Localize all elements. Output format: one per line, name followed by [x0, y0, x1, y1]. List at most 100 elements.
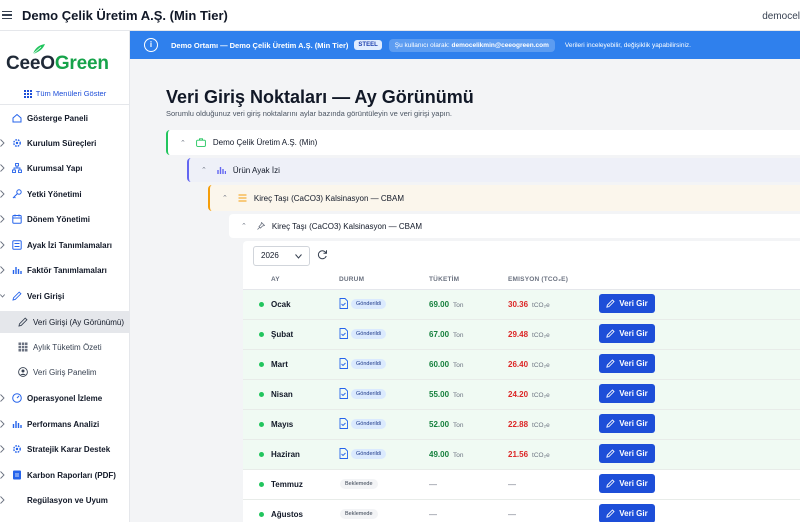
page-subtitle: Sorumlu olduğunuz veri giriş noktalarını… [166, 109, 452, 118]
page-title: Veri Giriş Noktaları — Ay Görünümü [166, 87, 474, 107]
status-badge: Gönderildi [351, 299, 387, 309]
sidebar-item-data-entry[interactable]: Veri Girişi [0, 286, 129, 306]
table-header: AY DURUM TÜKETİM EMISYON (TCO₂E) [243, 270, 800, 290]
sidebar-item-operational-monitoring[interactable]: Operasyonel İzleme [0, 388, 129, 408]
sidebar-subitem-monthly-summary[interactable]: Aylık Tüketim Özeti [0, 336, 129, 358]
home-icon [12, 113, 22, 123]
pencil-icon [606, 479, 615, 488]
chevron-right-icon [0, 394, 5, 402]
table-row: Temmuz Beklemede — — Veri Gir [243, 470, 800, 500]
status-badge: Gönderildi [351, 329, 387, 339]
document-icon [339, 418, 348, 429]
pencil-icon [606, 419, 615, 428]
document-icon [339, 388, 348, 399]
show-all-menus-link[interactable]: Tüm Menüleri Göster [0, 87, 129, 105]
chevron-down-icon [0, 294, 5, 298]
table-row: Ocak Gönderildi 69.00 Ton 30.36 tCO₂e Veri… [243, 290, 800, 320]
sidebar-item-decision-support[interactable]: Stratejik Karar Destek [0, 439, 129, 459]
table-row: Nisan Gönderildi 55.00 Ton 24.20 tCO₂e Ver… [243, 380, 800, 410]
year-select[interactable]: 2026 [253, 246, 310, 266]
enter-data-button[interactable]: Veri Gir [599, 474, 655, 493]
document-icon [339, 298, 348, 309]
enter-data-button[interactable]: Veri Gir [599, 504, 655, 522]
table-icon [18, 342, 28, 352]
info-icon: i [144, 38, 158, 52]
pencil-icon [606, 449, 615, 458]
tier-badge: STEEL [354, 40, 382, 50]
chevron-up-icon: ⌃ [201, 167, 207, 174]
demo-banner: i Demo Ortamı — Demo Çelik Üretim A.Ş. (… [130, 31, 800, 59]
top-bar: Demo Çelik Üretim A.Ş. (Min Tier) democe… [0, 0, 800, 31]
sidebar-item-performance-analysis[interactable]: Performans Analizi [0, 414, 129, 434]
building-icon [196, 138, 206, 147]
gear-icon [13, 139, 21, 147]
pencil-icon [18, 317, 28, 327]
enter-data-button[interactable]: Veri Gir [599, 354, 655, 373]
menu-icon[interactable] [2, 11, 12, 19]
org-chart-icon [12, 163, 22, 173]
document-icon [339, 448, 348, 459]
tree-node-company[interactable]: ⌃ Demo Çelik Üretim A.Ş. (Min) [166, 130, 800, 155]
logo[interactable]: CeeOGreen [6, 43, 124, 77]
status-dot [259, 452, 264, 457]
status-dot [259, 422, 264, 427]
status-dot [259, 512, 264, 517]
document-icon [339, 358, 348, 369]
sidebar-subitem-monthly-view[interactable]: Veri Girişi (Ay Görünümü) [0, 311, 129, 333]
pencil-icon [606, 359, 615, 368]
status-badge: Gönderildi [351, 449, 387, 459]
refresh-icon[interactable] [317, 249, 328, 260]
sidebar-item-permissions[interactable]: Yetki Yönetimi [0, 184, 129, 204]
sidebar-item-dashboard[interactable]: Gösterge Paneli [0, 108, 129, 128]
tree-node-entry-point[interactable]: ⌃ Kireç Taşı (CaCO3) Kalsinasyon — CBAM [229, 214, 800, 238]
sidebar-item-regulation[interactable]: Regülasyon ve Uyum [0, 490, 129, 510]
col-emission: EMISYON (TCO₂E) [508, 276, 569, 283]
sidebar-item-carbon-reports[interactable]: Karbon Raporları (PDF) [0, 465, 129, 485]
monthly-table-card: 2026 AY DURUM TÜKETİM EMISYON (TCO₂E) Oc… [243, 241, 800, 522]
pencil-icon [12, 291, 22, 301]
list-icon [12, 240, 22, 250]
calendar-icon [12, 214, 22, 224]
enter-data-button[interactable]: Veri Gir [599, 294, 655, 313]
gear-icon [13, 445, 21, 453]
banner-user: Şu kullanıcı olarak: democelikmin@ceeogr… [388, 38, 555, 52]
sidebar-item-periods[interactable]: Dönem Yönetimi [0, 209, 129, 229]
chevron-right-icon [0, 471, 5, 479]
enter-data-button[interactable]: Veri Gir [599, 414, 655, 433]
sidebar-item-footprint-definitions[interactable]: Ayak İzi Tanımlamaları [0, 235, 129, 255]
key-icon [12, 189, 22, 199]
tree-node-category[interactable]: ⌃ Kireç Taşı (CaCO3) Kalsinasyon — CBAM [208, 185, 800, 211]
status-dot [259, 302, 264, 307]
chevron-right-icon [0, 215, 5, 223]
table-row: Ağustos Beklemede — — Veri Gir [243, 500, 800, 522]
status-dot [259, 482, 264, 487]
banner-note: Verileri inceleyebilir, değişiklik yapab… [564, 41, 691, 49]
chevron-right-icon [0, 445, 5, 453]
chevron-up-icon: ⌃ [222, 195, 228, 202]
chevron-right-icon [0, 496, 5, 504]
chart-icon [12, 421, 22, 428]
status-badge: Beklemede [340, 479, 378, 489]
status-badge: Gönderildi [351, 389, 387, 399]
tree-node-footprint[interactable]: ⌃ Ürün Ayak İzi [187, 158, 800, 182]
bar-chart-icon [217, 167, 226, 174]
pin-icon [257, 222, 265, 230]
chevron-right-icon [0, 139, 5, 147]
sidebar-item-org-structure[interactable]: Kurumsal Yapı [0, 158, 129, 178]
banner-company: Demo Çelik Üretim A.Ş. (Min Tier) [229, 40, 349, 50]
status-dot [259, 362, 264, 367]
document-icon [339, 328, 348, 339]
app-title: Demo Çelik Üretim A.Ş. (Min Tier) [22, 7, 228, 23]
enter-data-button[interactable]: Veri Gir [599, 384, 655, 403]
chevron-right-icon [0, 241, 5, 249]
pdf-icon [13, 470, 21, 480]
sidebar-item-setup[interactable]: Kurulum Süreçleri [0, 133, 129, 153]
enter-data-button[interactable]: Veri Gir [599, 444, 655, 463]
gauge-icon [12, 393, 22, 403]
sidebar-item-factor-definitions[interactable]: Faktör Tanımlamaları [0, 260, 129, 280]
sidebar-subitem-my-panel[interactable]: Veri Giriş Panelim [0, 361, 129, 383]
chevron-right-icon [0, 164, 5, 172]
main-content: Veri Giriş Noktaları — Ay Görünümü Sorum… [130, 59, 800, 522]
user-name[interactable]: democel [762, 11, 800, 22]
enter-data-button[interactable]: Veri Gir [599, 324, 655, 343]
